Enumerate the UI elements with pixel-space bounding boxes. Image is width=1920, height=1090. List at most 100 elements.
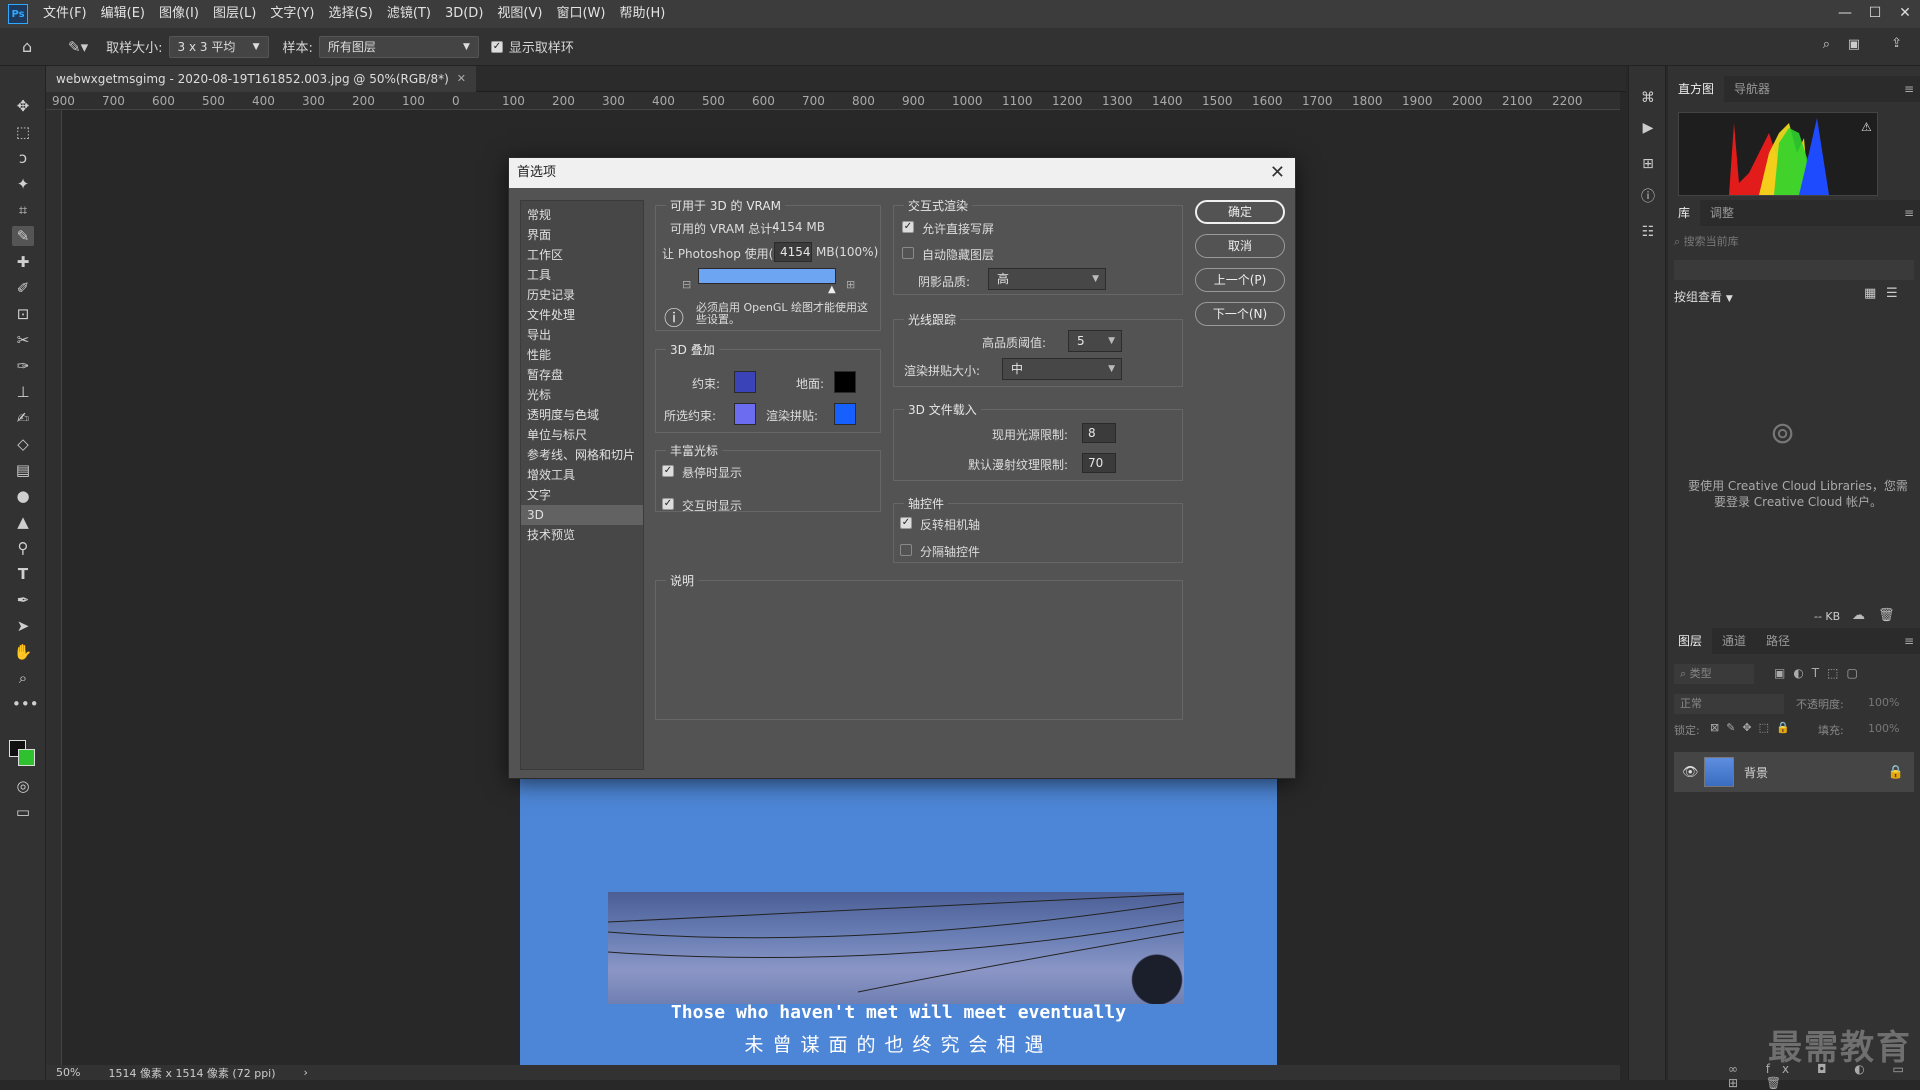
- hover-checkbox[interactable]: ✓: [662, 465, 674, 477]
- menu-select[interactable]: 选择(S): [321, 0, 379, 28]
- pen-tool-icon[interactable]: ✒: [12, 590, 34, 610]
- menu-file[interactable]: 文件(F): [36, 0, 94, 28]
- close-window-icon[interactable]: ✕: [1890, 0, 1920, 28]
- chevron-right-icon[interactable]: ›: [304, 1066, 308, 1079]
- history-panel-icon[interactable]: ⌘: [1638, 90, 1658, 110]
- minimize-icon[interactable]: —: [1830, 0, 1860, 28]
- tab-histogram[interactable]: 直方图: [1668, 76, 1725, 102]
- cloud-sync-icon[interactable]: ☁: [1852, 608, 1865, 623]
- sample-size-select[interactable]: 3 x 3 平均 ▼: [168, 35, 269, 58]
- direct-write-checkbox[interactable]: ✓: [902, 221, 914, 233]
- close-icon[interactable]: ✕: [1270, 158, 1285, 188]
- visibility-eye-icon[interactable]: 👁: [1682, 765, 1699, 780]
- library-select[interactable]: [1674, 260, 1914, 280]
- info-panel-icon[interactable]: ⓘ: [1638, 186, 1658, 206]
- plus-icon[interactable]: ⊞: [846, 278, 855, 291]
- history-brush-icon[interactable]: ✂: [12, 330, 34, 350]
- eraser-icon[interactable]: ◇: [12, 434, 34, 454]
- dodge-tool-icon[interactable]: ⚲: [12, 538, 34, 558]
- menu-filter[interactable]: 滤镜(T): [380, 0, 438, 28]
- vram-slider-thumb[interactable]: ▲: [828, 284, 836, 295]
- quality-threshold-select[interactable]: 5 ▼: [1068, 330, 1122, 352]
- nav-3d[interactable]: 3D: [521, 505, 643, 525]
- tile-size-select[interactable]: 中 ▼: [1002, 358, 1122, 380]
- ground-color-swatch[interactable]: [834, 371, 856, 393]
- menu-view[interactable]: 视图(V): [490, 0, 549, 28]
- tab-adjustments[interactable]: 调整: [1700, 200, 1744, 226]
- properties-panel-icon[interactable]: ⊞: [1638, 156, 1658, 176]
- trash-icon[interactable]: 🗑: [1878, 608, 1895, 623]
- cancel-button[interactable]: 取消: [1195, 234, 1285, 258]
- fill-value[interactable]: 100%: [1868, 722, 1899, 735]
- view-by-dropdown[interactable]: 按组查看 ▼: [1674, 288, 1733, 305]
- nav-cursors[interactable]: 光标: [521, 385, 643, 405]
- quick-mask-icon[interactable]: ◎: [12, 776, 34, 796]
- nav-interface[interactable]: 界面: [521, 225, 643, 245]
- tab-libraries[interactable]: 库: [1668, 200, 1701, 226]
- more-tools-icon[interactable]: •••: [12, 694, 39, 714]
- nav-performance[interactable]: 性能: [521, 345, 643, 365]
- invert-axis-checkbox[interactable]: ✓: [900, 517, 912, 529]
- nav-scratch-disks[interactable]: 暂存盘: [521, 365, 643, 385]
- vram-slider-track[interactable]: [698, 268, 836, 284]
- minus-icon[interactable]: ⊟: [682, 278, 691, 291]
- stamp-tool-icon[interactable]: ⊡: [12, 304, 34, 324]
- sample-select[interactable]: 所有图层 ▼: [318, 35, 479, 58]
- panel-menu-icon[interactable]: ≡: [1904, 82, 1914, 96]
- nav-export[interactable]: 导出: [521, 325, 643, 345]
- list-view-icon[interactable]: ☰: [1886, 286, 1898, 301]
- nav-history[interactable]: 历史记录: [521, 285, 643, 305]
- opacity-value[interactable]: 100%: [1868, 696, 1899, 709]
- light-limit-input[interactable]: 8: [1082, 423, 1116, 443]
- path-select-icon[interactable]: ➤: [12, 616, 34, 636]
- menu-help[interactable]: 帮助(H): [612, 0, 672, 28]
- menu-3d[interactable]: 3D(D): [438, 0, 490, 28]
- tab-paths[interactable]: 路径: [1756, 628, 1800, 654]
- type-tool-icon[interactable]: T: [12, 564, 34, 584]
- library-search-input[interactable]: 搜索当前库: [1684, 235, 1739, 248]
- zoom-level[interactable]: 50%: [56, 1066, 80, 1079]
- library-search[interactable]: ⌕ 搜索当前库: [1674, 232, 1914, 252]
- menu-type[interactable]: 文字(Y): [263, 0, 321, 28]
- brush-tool-icon[interactable]: ✐: [12, 278, 34, 298]
- lock-icons[interactable]: ⊠✎✥⬚🔒: [1710, 721, 1797, 734]
- menu-window[interactable]: 窗口(W): [549, 0, 612, 28]
- magic-wand-tool-icon[interactable]: ✦: [12, 174, 34, 194]
- grid-view-icon[interactable]: ▦: [1864, 286, 1876, 301]
- maximize-icon[interactable]: ☐: [1860, 0, 1890, 28]
- search-icon[interactable]: ⌕: [1823, 37, 1830, 52]
- close-tab-icon[interactable]: ✕: [457, 66, 466, 92]
- nav-transparency[interactable]: 透明度与色域: [521, 405, 643, 425]
- render-tile-color-swatch[interactable]: [834, 403, 856, 425]
- nav-units[interactable]: 单位与标尺: [521, 425, 643, 445]
- crop-tool-icon[interactable]: ⌗: [12, 200, 34, 220]
- vram-use-input[interactable]: 4154: [774, 242, 812, 262]
- next-button[interactable]: 下一个(N): [1195, 302, 1285, 326]
- tab-navigator[interactable]: 导航器: [1724, 76, 1780, 102]
- nav-tech-preview[interactable]: 技术预览: [521, 525, 643, 545]
- eyedropper-tool-icon[interactable]: ✎▾: [68, 38, 88, 56]
- clone-icon[interactable]: ⊥: [12, 382, 34, 402]
- nav-tools[interactable]: 工具: [521, 265, 643, 285]
- background-color-swatch[interactable]: [18, 749, 35, 766]
- actions-panel-icon[interactable]: ▶: [1638, 120, 1658, 140]
- marquee-tool-icon[interactable]: ⬚: [12, 122, 34, 142]
- art-history-icon[interactable]: ✍: [12, 408, 34, 428]
- layer-row[interactable]: 👁 背景 🔒: [1674, 752, 1914, 792]
- selected-constraint-color-swatch[interactable]: [734, 403, 756, 425]
- interact-checkbox[interactable]: ✓: [662, 498, 674, 510]
- screen-mode-icon[interactable]: ▭: [12, 802, 34, 822]
- nav-file-handling[interactable]: 文件处理: [521, 305, 643, 325]
- show-ring-checkbox[interactable]: ✓: [490, 40, 503, 53]
- blend-mode-select[interactable]: 正常: [1674, 694, 1784, 714]
- texture-limit-input[interactable]: 70: [1082, 453, 1116, 473]
- sharpen-tool-icon[interactable]: ▲: [12, 512, 34, 532]
- eraser-tool-icon[interactable]: ✑: [12, 356, 34, 376]
- nav-type[interactable]: 文字: [521, 485, 643, 505]
- nav-plugins[interactable]: 增效工具: [521, 465, 643, 485]
- filter-icons[interactable]: ▣◐T⬚▢: [1774, 666, 1866, 680]
- menu-layer[interactable]: 图层(L): [206, 0, 263, 28]
- separate-axis-checkbox[interactable]: ✓: [900, 544, 912, 556]
- panel-menu-icon[interactable]: ≡: [1904, 206, 1914, 220]
- zoom-tool-icon[interactable]: ⌕: [12, 668, 34, 688]
